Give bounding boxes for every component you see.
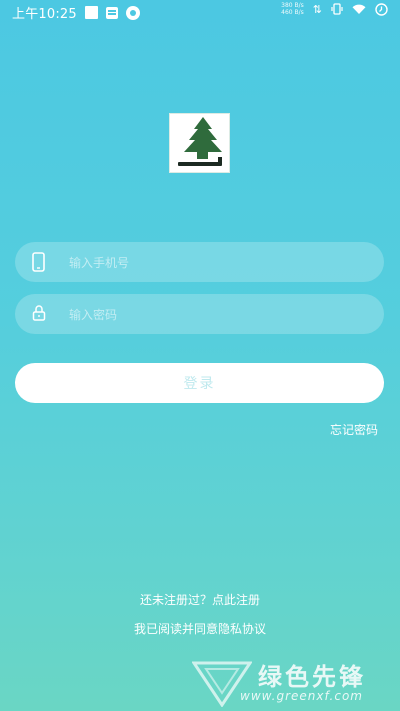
app-logo: [169, 113, 230, 173]
phone-field[interactable]: [15, 242, 384, 284]
login-button[interactable]: 登录: [15, 363, 384, 403]
wifi-icon: [352, 4, 366, 14]
net-speed-down: 460 B/s: [281, 9, 304, 16]
lock-icon: [32, 304, 46, 326]
phone-icon: [32, 252, 45, 276]
watermark: 绿色先锋 www.greenxf.com: [192, 655, 392, 711]
data-transfer-icon: ⇅: [312, 2, 322, 16]
notification-app-icon: [125, 5, 140, 20]
phone-input[interactable]: [67, 242, 371, 284]
forgot-password-link[interactable]: 忘记密码: [330, 421, 378, 438]
battery-icon: [375, 2, 388, 16]
privacy-agreement-link[interactable]: 我已阅读并同意隐私协议: [0, 620, 400, 637]
status-bar: 上午10:25 380 B/s 460 B/s ⇅: [0, 0, 400, 24]
notification-message-icon: [105, 6, 118, 19]
vibrate-icon: [331, 3, 343, 15]
register-link[interactable]: 还未注册过？点此注册: [0, 591, 400, 608]
status-left: 上午10:25: [12, 3, 140, 22]
status-right: 380 B/s 460 B/s ⇅: [281, 2, 388, 16]
password-field[interactable]: [15, 294, 384, 336]
network-speed: 380 B/s 460 B/s: [281, 2, 304, 16]
password-input[interactable]: [67, 294, 371, 336]
net-speed-up: 380 B/s: [281, 2, 304, 9]
watermark-title: 绿色先锋: [258, 663, 366, 691]
notification-square-icon: [84, 6, 98, 19]
watermark-url: www.greenxf.com: [240, 689, 363, 703]
pine-tree-logo-icon: [178, 117, 222, 166]
status-time: 上午10:25: [12, 7, 77, 22]
